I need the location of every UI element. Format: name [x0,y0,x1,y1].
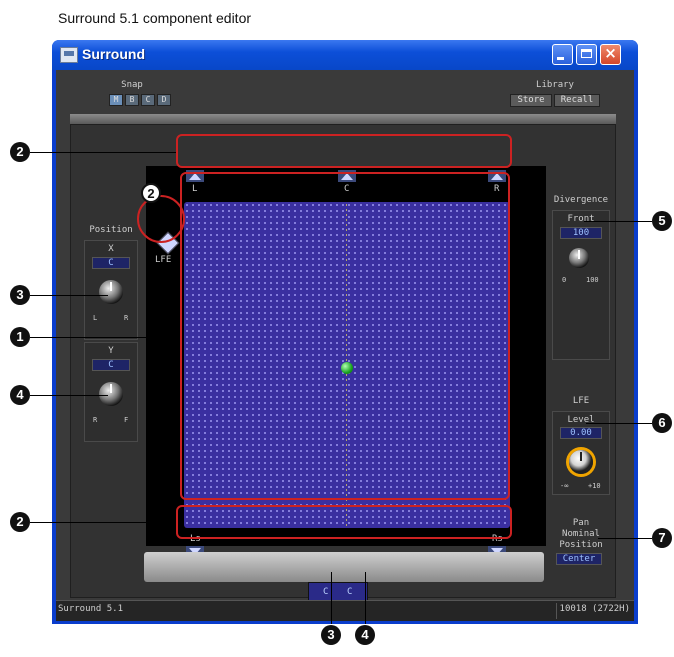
snap-button-b[interactable]: B [125,94,139,106]
recall-button[interactable]: Recall [554,94,600,107]
leader-line-6 [586,423,652,424]
position-x-max-label: R [124,314,129,322]
callout-3-left: 3 [10,285,30,305]
library-label: Library [536,80,574,90]
bottom-x-value: C [323,587,329,597]
highlight-panning-grid [180,172,510,500]
position-title: Position [89,225,133,235]
app-icon [60,47,78,63]
lfe-min-label: -∞ [560,482,569,490]
snap-button-c[interactable]: C [141,94,155,106]
minimize-button[interactable] [552,44,573,65]
highlight-front-speakers [176,134,512,168]
divergence-front-value[interactable]: 100 [560,227,602,239]
lfe-speaker-label: LFE [155,255,172,265]
status-right: 10018 (2722H) [559,604,630,614]
leader-line-5 [584,221,652,222]
close-icon: × [604,44,617,62]
lfe-level-knob[interactable] [569,450,593,474]
pan-nominal-position-value[interactable]: Center [556,553,602,565]
snap-button-d[interactable]: D [157,94,171,106]
divergence-front-knob[interactable] [569,248,589,268]
pan-label-line3: Position [559,540,603,550]
leader-line-1 [30,337,180,338]
divergence-title: Divergence [553,195,609,205]
divergence-min-label: 0 [562,276,567,284]
leader-line-4-bottom [365,572,366,624]
leader-line-2-top [30,152,176,153]
callout-4-bottom: 4 [355,625,375,645]
leader-line-2-bottom [30,522,176,523]
lfe-level-value[interactable]: 0.00 [560,427,602,439]
bottom-y-value: C [347,587,353,597]
figure-caption: Surround 5.1 component editor [58,10,252,26]
position-x-knob[interactable] [99,280,123,304]
position-y-min-label: R [93,416,98,424]
lfe-title: LFE [572,396,590,406]
snap-button-m[interactable]: M [109,94,123,106]
leader-line-7 [598,538,652,539]
callout-6: 6 [652,413,672,433]
status-separator [556,603,557,619]
maximize-button[interactable] [576,44,597,65]
position-y-value[interactable]: C [92,359,130,371]
callout-2-bottom: 2 [10,512,30,532]
status-bar: Surround 5.1 10018 (2722H) [56,600,634,621]
position-x-min-label: L [93,314,98,322]
header-bar [70,114,616,124]
bottom-panel [144,552,544,582]
position-y-knob[interactable] [99,382,123,406]
divergence-front-label: Front [567,214,595,224]
highlight-rear-speakers [176,505,512,539]
highlight-lfe-speaker [137,195,185,243]
callout-2-lfe: 2 [141,183,161,203]
window-title: Surround [82,46,145,62]
divergence-max-label: 100 [586,276,599,284]
snap-label: Snap [121,80,143,90]
callout-3-bottom: 3 [321,625,341,645]
callout-2-top: 2 [10,142,30,162]
pan-label-line1: Pan [572,518,590,528]
store-button[interactable]: Store [510,94,552,107]
position-y-max-label: F [124,416,129,424]
close-button[interactable]: × [600,44,621,65]
callout-4-left: 4 [10,385,30,405]
leader-line-3 [30,295,108,296]
callout-7: 7 [652,528,672,548]
leader-line-4 [30,395,108,396]
position-x-label: X [108,244,114,254]
leader-line-3-bottom [331,572,332,624]
callout-5: 5 [652,211,672,231]
lfe-max-label: +10 [588,482,601,490]
status-left: Surround 5.1 [58,604,124,614]
position-y-label: Y [108,346,114,356]
callout-1: 1 [10,327,30,347]
position-x-value[interactable]: C [92,257,130,269]
title-bar[interactable]: Surround × [52,40,638,70]
